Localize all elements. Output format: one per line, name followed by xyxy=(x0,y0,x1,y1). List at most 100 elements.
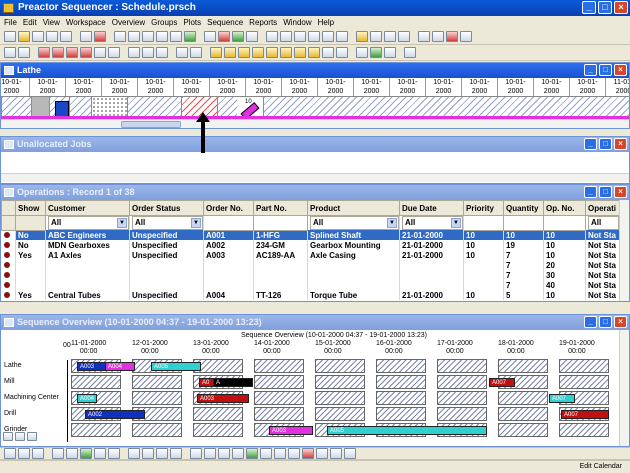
rules-3-icon[interactable] xyxy=(32,448,44,459)
cell-operation[interactable]: Not Sta xyxy=(585,260,619,270)
cell-part-no[interactable]: 234-GM xyxy=(253,240,308,250)
operations-close-button[interactable]: × xyxy=(614,186,627,198)
cell-order-status[interactable] xyxy=(129,260,204,270)
table-icon[interactable] xyxy=(142,31,154,42)
report-5-icon[interactable] xyxy=(94,47,106,58)
group-icon[interactable] xyxy=(108,448,120,459)
edit-icon[interactable] xyxy=(356,31,368,42)
cell-show[interactable]: No xyxy=(15,230,46,240)
lathe-maximize-button[interactable]: □ xyxy=(599,64,612,76)
undo-icon[interactable] xyxy=(46,31,58,42)
cell-show[interactable]: No xyxy=(15,240,46,250)
plot-icon[interactable] xyxy=(128,31,140,42)
cell-priority[interactable]: 10 xyxy=(463,250,504,260)
sequence-job-bar[interactable]: A003 xyxy=(77,362,107,371)
cell-customer[interactable]: MDN Gearboxes xyxy=(45,240,130,250)
sequence-job-bar[interactable]: A xyxy=(213,378,253,387)
cell-operation[interactable]: Not Sta xyxy=(585,270,619,280)
cell-order-status[interactable] xyxy=(129,270,204,280)
menu-window[interactable]: Window xyxy=(283,16,311,29)
cell-product[interactable]: Axle Casing xyxy=(307,250,400,260)
report-icon[interactable] xyxy=(38,47,50,58)
cell-quantity[interactable]: 7 xyxy=(503,270,544,280)
sort-icon[interactable] xyxy=(52,448,64,459)
order-status-filter[interactable]: All ▼ xyxy=(132,216,203,230)
rule-4-icon[interactable] xyxy=(252,47,264,58)
sort-desc-icon[interactable] xyxy=(204,448,216,459)
menu-overview[interactable]: Overview xyxy=(112,16,145,29)
cell-order-no[interactable]: A002 xyxy=(203,240,254,250)
cell-operation[interactable]: Not Sta xyxy=(585,290,619,300)
columns-icon[interactable] xyxy=(94,448,106,459)
cell-order-status[interactable] xyxy=(129,280,204,290)
cell-customer[interactable] xyxy=(45,270,130,280)
cell-operation[interactable]: Not Sta xyxy=(585,280,619,290)
maximize-button[interactable]: □ xyxy=(598,1,612,14)
cell-due-date[interactable] xyxy=(399,280,464,290)
cell-order-status[interactable]: Unspecified xyxy=(129,240,204,250)
rewind-icon[interactable] xyxy=(128,448,140,459)
cell-quantity[interactable]: 7 xyxy=(503,280,544,290)
lathe-job-block[interactable] xyxy=(55,101,69,117)
sequence-job-bar[interactable]: A005 xyxy=(151,362,201,371)
cell-priority[interactable]: 10 xyxy=(463,240,504,250)
cell-customer[interactable]: A1 Axles xyxy=(45,250,130,260)
cell-customer[interactable]: ABC Engineers xyxy=(45,230,130,240)
cell-show[interactable] xyxy=(15,270,46,280)
cell-order-no[interactable]: A001 xyxy=(203,230,254,240)
cell-part-no[interactable] xyxy=(253,260,308,270)
resource-icon[interactable] xyxy=(170,31,182,42)
sort-asc-icon[interactable] xyxy=(190,448,202,459)
menu-plots[interactable]: Plots xyxy=(183,16,201,29)
rule-9-icon[interactable] xyxy=(322,47,334,58)
cell-order-no[interactable]: A004 xyxy=(203,290,254,300)
grid-icon[interactable] xyxy=(156,31,168,42)
cell-product[interactable]: Splined Shaft xyxy=(307,230,400,240)
cell-customer[interactable]: Central Tubes xyxy=(45,290,130,300)
export-icon[interactable] xyxy=(330,448,342,459)
zoom-fit-icon[interactable] xyxy=(27,432,37,441)
cell-priority[interactable] xyxy=(463,260,504,270)
cell-quantity[interactable]: 7 xyxy=(503,260,544,270)
move-icon[interactable] xyxy=(370,31,382,42)
layout-icon[interactable] xyxy=(336,31,348,42)
col-priority[interactable]: Priority xyxy=(463,200,504,216)
table-row[interactable]: Yes Central Tubes Unspecified A004 TT-126 Tor… xyxy=(1,290,619,300)
product-filter[interactable]: All ▼ xyxy=(310,216,399,230)
cell-op-no[interactable]: 10 xyxy=(543,290,586,300)
copy-icon[interactable] xyxy=(80,31,92,42)
options-icon[interactable] xyxy=(370,47,382,58)
rule-7-icon[interactable] xyxy=(294,47,306,58)
menu-sequence[interactable]: Sequence xyxy=(207,16,243,29)
check-icon[interactable] xyxy=(246,448,258,459)
cell-order-no[interactable] xyxy=(203,260,254,270)
sequence-job-bar[interactable]: A004 xyxy=(105,362,135,371)
sequence-job-bar[interactable]: A007 xyxy=(489,378,515,387)
menu-groups[interactable]: Groups xyxy=(151,16,177,29)
close-button[interactable]: × xyxy=(614,1,628,14)
menu-reports[interactable]: Reports xyxy=(249,16,277,29)
step-back-icon[interactable] xyxy=(142,448,154,459)
report-3-icon[interactable] xyxy=(66,47,78,58)
table-row[interactable]: Yes A1 Axles Unspecified A003 AC189-AA Axle C… xyxy=(1,250,619,260)
cell-part-no[interactable] xyxy=(253,270,308,280)
cell-product[interactable] xyxy=(307,260,400,270)
unallocated-minimize-button[interactable]: _ xyxy=(584,138,597,150)
cell-due-date[interactable]: 21-01-2000 xyxy=(399,230,464,240)
zoom-in-icon[interactable] xyxy=(15,432,25,441)
cell-due-date[interactable]: 21-01-2000 xyxy=(399,250,464,260)
cell-op-no[interactable]: 40 xyxy=(543,280,586,290)
lathe-horizontal-scrollbar[interactable] xyxy=(1,119,629,128)
col-part-no[interactable]: Part No. xyxy=(253,200,308,216)
lathe-close-button[interactable]: × xyxy=(614,64,627,76)
gears-icon[interactable] xyxy=(432,31,444,42)
unallocated-maximize-button[interactable]: □ xyxy=(599,138,612,150)
help-icon[interactable] xyxy=(204,31,216,42)
sequence-minimize-button[interactable]: _ xyxy=(584,316,597,328)
sequence-maximize-button[interactable]: □ xyxy=(599,316,612,328)
cell-priority[interactable]: 10 xyxy=(463,290,504,300)
eraser-icon[interactable] xyxy=(218,31,230,42)
rule-10-icon[interactable] xyxy=(336,47,348,58)
table-row[interactable]: 7 40 Not Sta xyxy=(1,280,619,290)
due-date-filter[interactable]: All ▼ xyxy=(402,216,463,230)
